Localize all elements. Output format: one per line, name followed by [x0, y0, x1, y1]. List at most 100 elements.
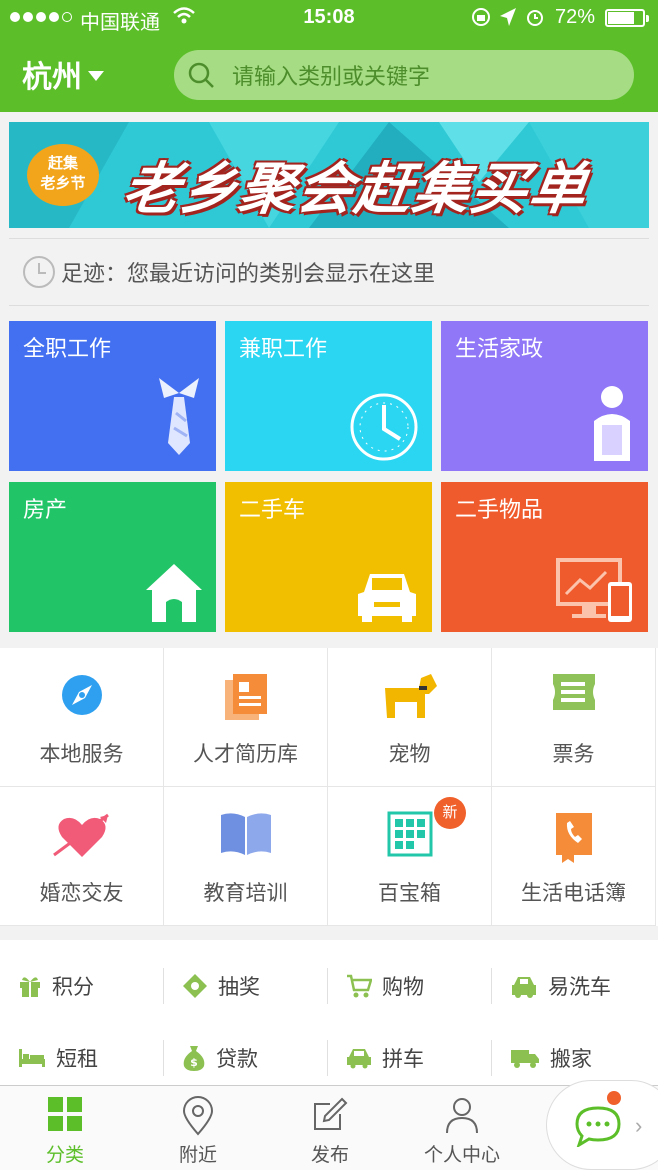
computer-phone-icon [556, 558, 632, 622]
bed-icon [19, 1049, 45, 1067]
cart-icon [347, 974, 372, 998]
svg-text:$: $ [190, 1056, 198, 1069]
phonebook-icon [555, 813, 592, 863]
tab-publish[interactable]: 发布 [265, 1086, 395, 1170]
banner-headline: 老乡聚会赶集买单 [119, 157, 592, 220]
grid-item-education[interactable]: 教育培训 [164, 787, 328, 926]
carwash-icon [512, 977, 536, 998]
tile-label: 二手车 [239, 497, 306, 522]
notification-dot [607, 1091, 621, 1105]
clock-icon [23, 256, 55, 288]
service-shopping[interactable]: 购物 [328, 950, 492, 1022]
tile-full-time-job[interactable]: 全职工作 [9, 321, 216, 471]
tile-label: 二手物品 [455, 497, 544, 522]
clock-icon [350, 393, 418, 461]
tile-housekeeping[interactable]: 生活家政 [441, 321, 648, 471]
grid-item-local-services[interactable]: 本地服务 [0, 648, 164, 787]
compass-icon [61, 675, 102, 715]
service-lottery[interactable]: 抽奖 [164, 950, 328, 1022]
heart-arrow-icon [52, 813, 109, 857]
tab-category[interactable]: 分类 [0, 1086, 130, 1170]
service-carpool[interactable]: 拼车 [328, 1022, 492, 1094]
chat-bubble-icon [575, 1106, 621, 1147]
service-points[interactable]: 积分 [0, 950, 164, 1022]
grid-label: 婚恋交友 [39, 882, 124, 905]
grid-item-resume-bank[interactable]: 人才简历库 [164, 648, 328, 787]
tile-label: 生活家政 [455, 336, 544, 361]
tile-label: 房产 [23, 497, 68, 522]
city-selector[interactable]: 杭州 [22, 52, 104, 96]
tile-second-hand-goods[interactable]: 二手物品 [441, 482, 648, 632]
grid-item-tickets[interactable]: 票务 [492, 648, 656, 787]
service-label: 积分 [52, 976, 94, 999]
grid-item-pets[interactable]: 宠物 [328, 648, 492, 787]
lottery-icon [183, 974, 207, 998]
location-arrow-icon [498, 6, 518, 34]
grid-label: 宠物 [388, 743, 431, 766]
badge-line1: 赶集 [47, 155, 78, 172]
location-pin-icon [182, 1096, 214, 1136]
tab-nearby[interactable]: 附近 [133, 1086, 263, 1170]
moneybag-icon: $ [183, 1046, 205, 1071]
chat-button[interactable]: › [546, 1080, 658, 1170]
search-input[interactable]: 请输入类别或关键字 [174, 50, 634, 100]
grid-label: 生活电话簿 [521, 882, 626, 905]
tab-label: 个人中心 [423, 1145, 500, 1166]
car-icon [358, 574, 416, 622]
city-name: 杭州 [22, 61, 82, 94]
chevron-right-icon: › [635, 1113, 643, 1138]
gift-icon [20, 977, 40, 997]
grid-item-toolbox[interactable]: 新 百宝箱 [328, 787, 492, 926]
search-icon [188, 62, 214, 88]
chevron-down-icon [88, 71, 104, 81]
tab-profile[interactable]: 个人中心 [397, 1086, 527, 1170]
tab-label: 分类 [45, 1145, 84, 1166]
tile-label: 全职工作 [23, 336, 112, 361]
service-label: 短租 [56, 1048, 98, 1071]
tab-label: 发布 [310, 1145, 349, 1166]
truck-icon [511, 1050, 539, 1068]
tab-label: 附近 [178, 1145, 217, 1166]
resume-icon [224, 674, 267, 720]
service-label: 搬家 [550, 1048, 592, 1071]
necktie-icon [159, 378, 199, 455]
grid-label: 人才简历库 [193, 743, 298, 766]
status-bar: 中国联通 15:08 72% [0, 0, 658, 36]
grid-label: 百宝箱 [378, 882, 441, 905]
service-label: 拼车 [382, 1048, 424, 1071]
house-icon [146, 564, 202, 622]
new-badge: 新 [434, 797, 466, 829]
battery-icon [605, 9, 649, 27]
recent-footprint: 足迹：您最近访问的类别会显示在这里 [9, 238, 649, 306]
service-label: 购物 [382, 976, 424, 999]
grid-label: 本地服务 [39, 743, 124, 766]
grid-item-dating[interactable]: 婚恋交友 [0, 787, 164, 926]
rotation-lock-icon [470, 6, 492, 34]
tile-label: 兼职工作 [239, 336, 328, 361]
ticket-icon [552, 674, 595, 710]
service-loan[interactable]: $ 贷款 [164, 1022, 328, 1094]
service-label: 抽奖 [218, 976, 260, 999]
edit-icon [314, 1097, 348, 1130]
toolbox-icon [387, 811, 432, 857]
grid-item-phonebook[interactable]: 生活电话簿 [492, 787, 656, 926]
service-label: 易洗车 [548, 976, 611, 999]
service-car-wash[interactable]: 易洗车 [492, 950, 656, 1022]
service-label: 贷款 [216, 1048, 258, 1071]
book-icon [220, 813, 271, 855]
dog-icon [384, 674, 437, 718]
service-short-rent[interactable]: 短租 [0, 1022, 164, 1094]
badge-line2: 老乡节 [40, 175, 86, 192]
banner-badge: 赶集 老乡节 [27, 144, 99, 206]
tile-part-time-job[interactable]: 兼职工作 [225, 321, 432, 471]
promo-banner[interactable]: 赶集 老乡节 老乡聚会赶集买单 [9, 122, 649, 228]
tile-used-car[interactable]: 二手车 [225, 482, 432, 632]
housekeeper-icon [594, 386, 630, 461]
person-icon [446, 1098, 478, 1134]
top-bar: 中国联通 15:08 72% 杭州 请输入类别或关键字 [0, 0, 658, 112]
grid-label: 教育培训 [203, 882, 288, 905]
tile-real-estate[interactable]: 房产 [9, 482, 216, 632]
grid-label: 票务 [552, 743, 595, 766]
footprint-text: 足迹：您最近访问的类别会显示在这里 [61, 261, 436, 286]
grid-icon [48, 1097, 82, 1131]
